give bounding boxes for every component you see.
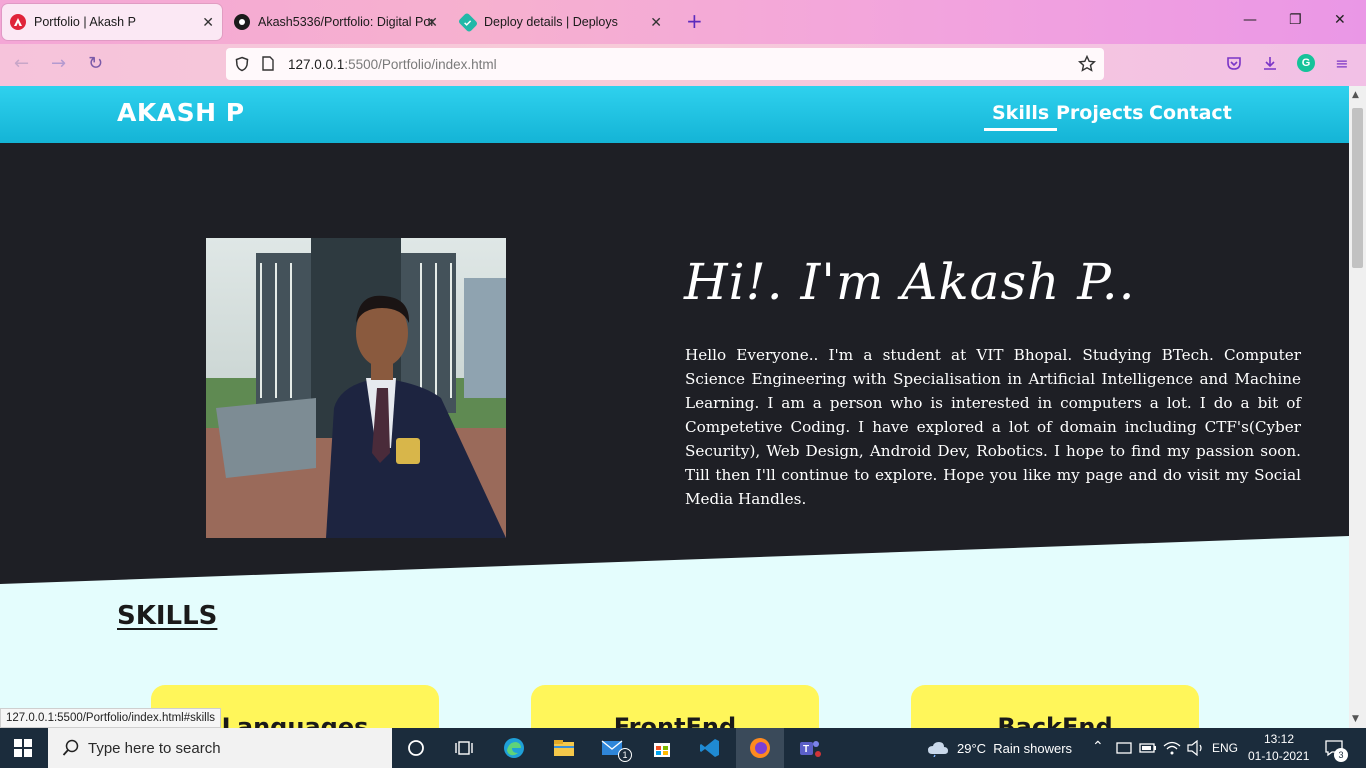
site-brand[interactable]: AKASH P xyxy=(117,98,245,127)
close-tab-icon[interactable]: ✕ xyxy=(426,14,438,30)
notification-badge: 3 xyxy=(1334,748,1348,762)
download-icon[interactable] xyxy=(1261,54,1279,72)
page-icon xyxy=(262,56,276,72)
nav-skills-link[interactable]: Skills xyxy=(984,102,1058,131)
nav-projects-link[interactable]: Projects xyxy=(1056,102,1143,124)
weather-icon[interactable] xyxy=(926,736,950,760)
volume-icon[interactable] xyxy=(1184,736,1208,760)
minimize-button[interactable]: — xyxy=(1243,12,1257,28)
skill-card-frontend: FrontEnd xyxy=(531,685,819,728)
close-tab-icon[interactable]: ✕ xyxy=(202,14,214,30)
nav-contact-link[interactable]: Contact xyxy=(1149,102,1232,124)
netlify-icon xyxy=(457,11,479,33)
browser-tab-bar: Portfolio | Akash P ✕ Akash5336/Portfoli… xyxy=(0,0,1366,44)
tab-label: Deploy details | Deploys xyxy=(484,15,618,29)
tab-label: Portfolio | Akash P xyxy=(34,15,136,29)
restore-button[interactable]: ❐ xyxy=(1289,12,1302,28)
search-icon xyxy=(62,739,80,757)
svg-text:T: T xyxy=(803,744,809,755)
search-placeholder: Type here to search xyxy=(88,739,221,757)
reload-icon[interactable]: ↻ xyxy=(88,54,103,74)
forward-arrow-icon[interactable]: → xyxy=(51,54,66,74)
site-header: AKASH P Skills Projects Contact xyxy=(0,86,1349,143)
tab-portfolio[interactable]: Portfolio | Akash P ✕ xyxy=(2,4,222,40)
windows-start-icon[interactable] xyxy=(14,739,32,757)
scroll-down-icon[interactable]: ▼ xyxy=(1352,714,1359,724)
scroll-up-icon[interactable]: ▲ xyxy=(1352,90,1359,100)
firefox-icon[interactable] xyxy=(748,736,772,760)
browser-favicon-icon xyxy=(10,14,26,30)
wifi-icon[interactable] xyxy=(1160,736,1184,760)
link-status-tooltip: 127.0.0.1:5500/Portfolio/index.html#skil… xyxy=(0,708,222,728)
edge-icon[interactable] xyxy=(502,736,526,760)
menu-icon[interactable]: ≡ xyxy=(1333,54,1351,73)
pocket-icon[interactable] xyxy=(1225,54,1243,72)
new-tab-button[interactable]: + xyxy=(686,10,703,32)
close-window-button[interactable]: ✕ xyxy=(1334,12,1346,28)
url-path: :5500/Portfolio/index.html xyxy=(344,56,497,72)
profile-photo xyxy=(206,238,506,538)
close-tab-icon[interactable]: ✕ xyxy=(650,14,662,30)
clock-date[interactable]: 01-10-2021 xyxy=(1248,749,1309,763)
address-bar[interactable]: 127.0.0.1:5500/Portfolio/index.html xyxy=(226,48,1104,80)
battery-icon[interactable] xyxy=(1136,736,1160,760)
vscode-icon[interactable] xyxy=(698,736,722,760)
hero-section: Hi!. I'm Akash P.. Hello Everyone.. I'm … xyxy=(0,143,1349,584)
mail-badge: 1 xyxy=(618,748,632,762)
tab-github[interactable]: Akash5336/Portfolio: Digital Por ✕ xyxy=(226,4,446,40)
github-icon xyxy=(234,14,250,30)
skill-card-backend: BackEnd xyxy=(911,685,1199,728)
hero-title: Hi!. I'm Akash P.. xyxy=(684,253,1136,311)
skill-card-title: BackEnd xyxy=(997,713,1113,728)
chevron-up-icon[interactable]: ⌃ xyxy=(1092,738,1104,755)
teams-icon[interactable]: T xyxy=(798,736,822,760)
store-icon[interactable] xyxy=(650,736,674,760)
language-indicator[interactable]: ENG xyxy=(1212,741,1238,755)
weather-text[interactable]: 29°C Rain showers xyxy=(957,741,1072,756)
cortana-icon[interactable] xyxy=(404,736,428,760)
page-scrollbar[interactable]: ▲ ▼ xyxy=(1349,86,1366,728)
windows-taskbar: Type here to search 1 T 29°C Rain shower… xyxy=(0,728,1366,768)
skills-heading: SKILLS xyxy=(117,601,218,631)
tab-netlify[interactable]: Deploy details | Deploys ✕ xyxy=(452,4,670,40)
tab-label: Akash5336/Portfolio: Digital Por xyxy=(258,15,433,29)
clock-time[interactable]: 13:12 xyxy=(1264,732,1294,746)
back-arrow-icon[interactable]: ← xyxy=(14,54,29,74)
task-view-icon[interactable] xyxy=(452,736,476,760)
bookmark-star-icon[interactable] xyxy=(1077,54,1097,73)
hero-paragraph: Hello Everyone.. I'm a student at VIT Bh… xyxy=(685,346,1301,508)
file-explorer-icon[interactable] xyxy=(552,736,576,760)
skill-card-title: FrontEnd xyxy=(613,713,737,728)
shield-icon[interactable] xyxy=(234,56,250,72)
grammarly-icon[interactable]: G xyxy=(1297,54,1315,72)
taskbar-search-input[interactable]: Type here to search xyxy=(48,728,392,768)
scroll-thumb[interactable] xyxy=(1352,108,1363,268)
page-viewport: AKASH P Skills Projects Contact Hi!. I'm… xyxy=(0,86,1349,728)
device-icon[interactable] xyxy=(1112,736,1136,760)
url-host: 127.0.0.1 xyxy=(288,56,345,72)
